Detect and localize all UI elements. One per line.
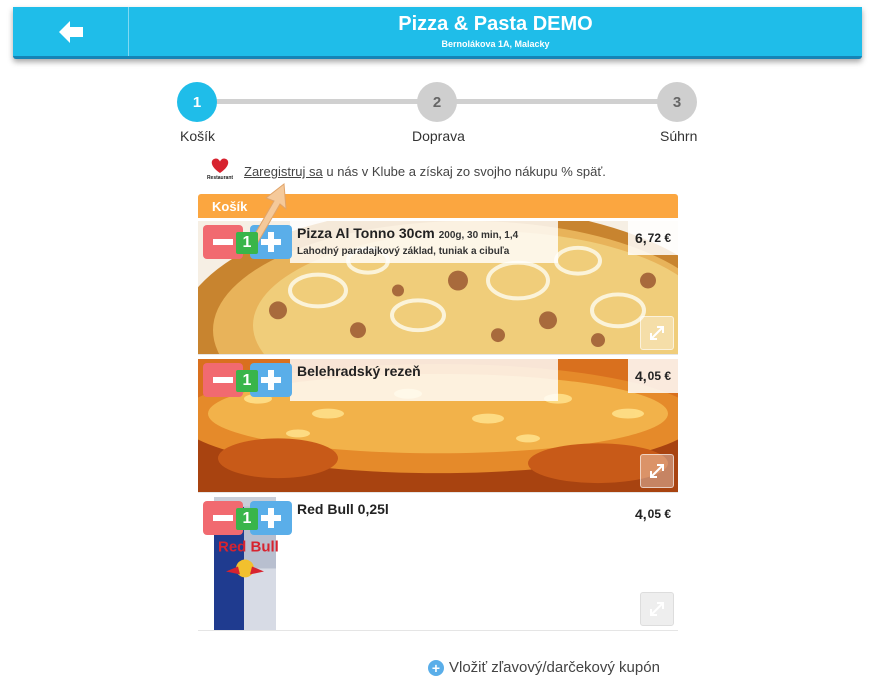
- item-quantity: 1: [236, 370, 258, 392]
- plus-icon: [261, 370, 281, 390]
- arrow-left-icon: [58, 20, 83, 43]
- expand-icon: [650, 602, 664, 616]
- item-info: Pizza Al Tonno 30cm 200g, 30 min, 1,4 Lah…: [290, 221, 558, 263]
- step-2-label: Doprava: [412, 128, 465, 144]
- minus-icon: [213, 377, 233, 383]
- step-connector: [214, 99, 418, 104]
- step-3-circle[interactable]: 3: [657, 82, 697, 122]
- item-name: Belehradský rezeň: [297, 363, 421, 379]
- svg-text:Red Bull: Red Bull: [218, 539, 279, 556]
- item-info: Red Bull 0,25l: [290, 497, 558, 539]
- step-2-circle[interactable]: 2: [417, 82, 457, 122]
- cart-item: Red Bull Red Bull 0,25l 4, 05 € 1: [198, 497, 678, 631]
- restaurant-address: Bernolákova 1A, Malacky: [441, 39, 550, 49]
- expand-icon: [650, 464, 664, 478]
- step-1-label: Košík: [180, 128, 216, 144]
- item-name: Red Bull 0,25l: [297, 501, 389, 517]
- price-integer: 6,: [634, 230, 647, 246]
- expand-item-button[interactable]: [640, 454, 674, 488]
- step-3-label: Súhrn: [660, 128, 698, 144]
- step-1-circle[interactable]: 1: [177, 82, 217, 122]
- plus-circle-icon: +: [428, 659, 444, 676]
- item-price: 4, 05 €: [628, 497, 678, 531]
- item-quantity: 1: [236, 232, 258, 254]
- club-logo: Restaurant: [205, 157, 235, 183]
- item-price: 4, 05 €: [628, 359, 678, 393]
- svg-text:Restaurant: Restaurant: [207, 175, 233, 181]
- item-quantity: 1: [236, 508, 258, 530]
- item-price: 6, 72 €: [628, 221, 678, 255]
- register-link[interactable]: Zaregistruj sa: [244, 164, 323, 179]
- back-button[interactable]: [13, 7, 129, 56]
- club-invite: Zaregistruj sa u nás v Klube a získaj zo…: [244, 164, 606, 179]
- minus-icon: [213, 239, 233, 245]
- add-coupon-button[interactable]: + Vložiť zľavový/darčekový kupón: [428, 659, 660, 676]
- expand-item-button[interactable]: [640, 592, 674, 626]
- price-decimal: 05 €: [647, 507, 672, 521]
- expand-icon: [650, 326, 664, 340]
- item-description: Lahodný paradajkový základ, tuniak a cib…: [297, 246, 510, 257]
- price-integer: 4,: [634, 506, 647, 522]
- plus-icon: [261, 508, 281, 528]
- restaurant-title: Pizza & Pasta DEMO: [398, 13, 593, 35]
- step-connector: [455, 99, 659, 104]
- item-meta: 200g, 30 min, 1,4: [438, 230, 519, 241]
- item-info: Belehradský rezeň: [290, 359, 558, 401]
- cart-item: Belehradský rezeň 4, 05 € 1: [198, 359, 678, 493]
- price-decimal: 72 €: [647, 231, 672, 245]
- club-invite-text: u nás v Klube a získaj zo svojho nákupu …: [322, 164, 606, 179]
- price-integer: 4,: [634, 368, 647, 384]
- app-header: Pizza & Pasta DEMO Bernolákova 1A, Malac…: [13, 7, 862, 59]
- price-decimal: 05 €: [647, 369, 672, 383]
- expand-item-button[interactable]: [640, 316, 674, 350]
- coupon-label: Vložiť zľavový/darčekový kupón: [449, 659, 660, 676]
- item-name: Pizza Al Tonno 30cm: [297, 225, 435, 241]
- minus-icon: [213, 515, 233, 521]
